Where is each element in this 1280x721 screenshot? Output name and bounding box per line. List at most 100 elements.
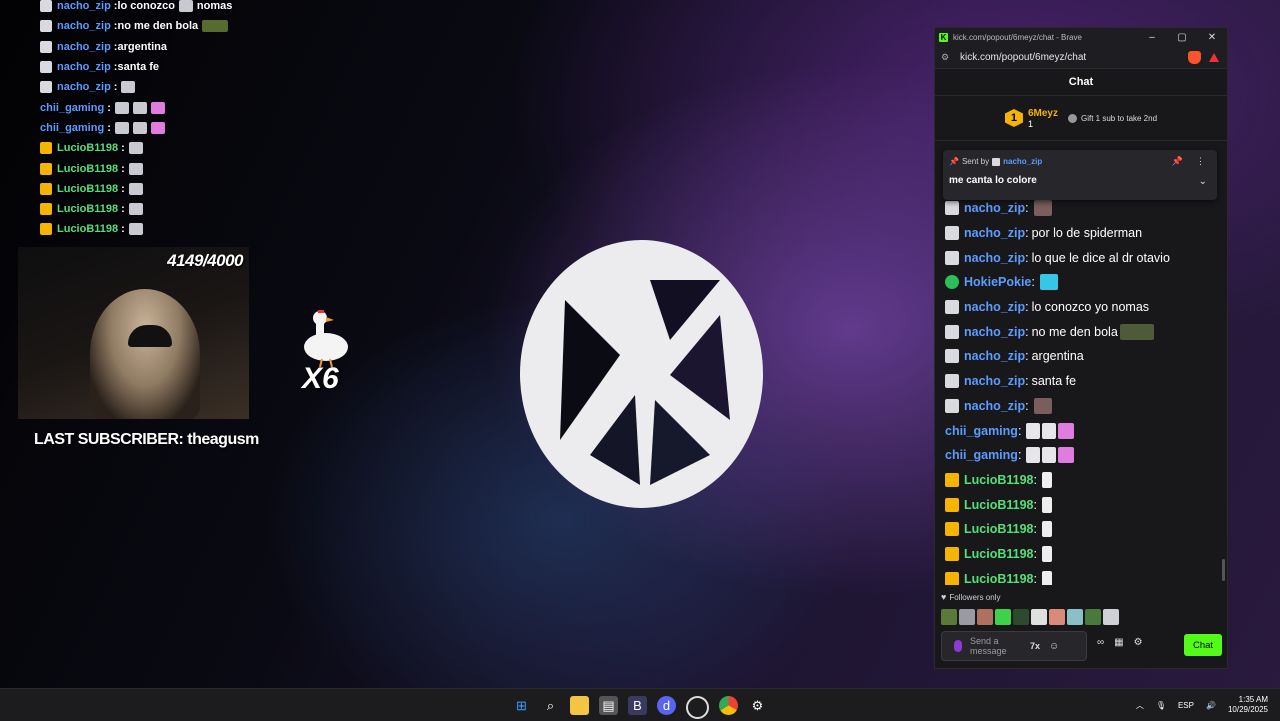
webcam-feed: 4149/4000 (18, 247, 249, 419)
chrome-icon[interactable] (719, 696, 738, 715)
overlay-message-text: santa fe (117, 61, 160, 74)
chat-message[interactable]: LucioB1198: (945, 517, 1217, 542)
gift-leaderboard[interactable]: 1 6Meyz 1 Gift 1 sub to take 2nd (935, 96, 1227, 141)
chat-scrollbar[interactable] (1222, 559, 1225, 581)
brave-browser-icon[interactable]: B (628, 696, 647, 715)
pinned-sender: 📌 Sent by nacho_zip (949, 157, 1042, 166)
chat-username[interactable]: LucioB1198 (964, 473, 1033, 487)
clock[interactable]: 1:35 AM 10/29/2025 (1228, 695, 1268, 715)
brave-shield-icon[interactable] (1188, 50, 1201, 64)
discord-icon[interactable]: d (657, 696, 676, 715)
chat-message[interactable]: HokiePokie: (945, 270, 1217, 295)
minimize-icon[interactable]: – (1137, 32, 1167, 43)
chat-message[interactable]: LucioB1198: (945, 492, 1217, 517)
store-icon[interactable]: ▦ (1114, 637, 1123, 648)
chevron-up-icon[interactable]: ︿ (1136, 700, 1144, 711)
chat-username[interactable]: LucioB1198 (964, 522, 1033, 536)
settings-gear-icon[interactable]: ⚙ (1134, 637, 1143, 648)
brave-rewards-icon[interactable] (1209, 52, 1219, 62)
windows-start-icon[interactable]: ⊞ (512, 696, 531, 715)
chat-username[interactable]: nacho_zip (964, 374, 1025, 388)
chat-message[interactable]: LucioB1198: (945, 566, 1217, 585)
language-indicator[interactable]: ESP (1178, 701, 1194, 710)
chat-message[interactable]: nacho_zip: (945, 394, 1217, 419)
emote-icon[interactable] (1049, 609, 1065, 625)
hand-emote-icon (1041, 545, 1052, 562)
chat-message[interactable]: nacho_zip: santa fe (945, 369, 1217, 394)
more-options-icon[interactable]: ⋮ (1196, 156, 1205, 167)
chat-username[interactable]: nacho_zip (964, 300, 1025, 314)
overlay-username: LucioB1198 (57, 182, 119, 195)
chat-username[interactable]: nacho_zip (964, 201, 1025, 215)
leader-username[interactable]: 6Meyz (1028, 108, 1058, 119)
chat-message[interactable]: LucioB1198: (945, 542, 1217, 567)
chat-username[interactable]: nacho_zip (964, 251, 1025, 265)
chevron-down-icon[interactable]: ⌄ (1199, 176, 1207, 187)
site-settings-icon[interactable]: ⚙ (941, 52, 951, 63)
emote-icon[interactable] (941, 609, 957, 625)
chat-message[interactable]: chii_gaming: (945, 418, 1217, 443)
microphone-icon[interactable]: 🎙 (1156, 701, 1166, 710)
chat-message[interactable]: LucioB1198: (945, 468, 1217, 493)
leaderboard-entry: 6Meyz 1 (1028, 108, 1058, 129)
cat-emote-icon (1026, 422, 1041, 439)
chat-username[interactable]: nacho_zip (964, 226, 1025, 240)
store-icon[interactable]: ▤ (599, 696, 618, 715)
kick-logo-icon: K (939, 32, 948, 42)
crown-badge-icon (945, 497, 959, 512)
microphone-icon[interactable] (954, 640, 962, 652)
chat-message[interactable]: nacho_zip: lo que le dice al dr otavio (945, 245, 1217, 270)
chat-username[interactable]: chii_gaming (945, 424, 1018, 438)
sub-goal-counter: 4149/4000 (167, 251, 243, 270)
chat-message[interactable]: nacho_zip: lo conozco yo nomas (945, 295, 1217, 320)
chat-message[interactable]: chii_gaming: (945, 443, 1217, 468)
chat-message[interactable]: nacho_zip: por lo de spiderman (945, 221, 1217, 246)
chat-username[interactable]: LucioB1198 (964, 547, 1033, 561)
chat-message[interactable]: nacho_zip: argentina (945, 344, 1217, 369)
file-explorer-icon[interactable] (570, 696, 589, 715)
window-titlebar: K kick.com/popout/6meyz/chat - Brave – ▢… (935, 28, 1227, 46)
url-text[interactable]: kick.com/popout/6meyz/chat (960, 52, 1188, 63)
send-chat-button[interactable]: Chat (1184, 634, 1222, 656)
emote-icon[interactable] (1067, 609, 1083, 625)
translate-icon[interactable]: 7x (1030, 641, 1040, 651)
speaker-icon[interactable]: 🔊 (1206, 701, 1216, 710)
gift-prompt[interactable]: Gift 1 sub to take 2nd (1067, 113, 1157, 123)
pinned-username[interactable]: nacho_zip (1003, 157, 1042, 166)
maximize-icon[interactable]: ▢ (1167, 32, 1197, 43)
hand-emote-icon (1041, 471, 1052, 488)
close-icon[interactable]: ✕ (1197, 32, 1227, 43)
emote-icon[interactable] (1085, 609, 1101, 625)
steam-icon[interactable]: ⚙ (748, 696, 767, 715)
obs-icon[interactable] (686, 696, 709, 719)
chat-username[interactable]: nacho_zip (964, 349, 1025, 363)
message-input[interactable]: Send a message (970, 636, 1020, 656)
overlay-chat-line: LucioB1198: (40, 158, 300, 178)
overlay-message-text: no me den bola (117, 20, 199, 33)
emote-icon[interactable] (1031, 609, 1047, 625)
emote-icon[interactable] (995, 609, 1011, 625)
mod-badge-icon (40, 61, 52, 74)
emote-icon[interactable] (1013, 609, 1029, 625)
chat-username[interactable]: nacho_zip (964, 325, 1025, 339)
crown-badge-icon (945, 571, 959, 585)
unpin-icon[interactable]: 📌 (1172, 156, 1183, 167)
pinned-message[interactable]: 📌 Sent by nacho_zip me canta lo colore 📌… (943, 150, 1217, 200)
chat-username[interactable]: nacho_zip (964, 399, 1025, 413)
chat-username[interactable]: LucioB1198 (964, 572, 1033, 585)
chat-username[interactable]: HokiePokie (964, 275, 1031, 289)
emote-icon[interactable] (977, 609, 993, 625)
search-icon[interactable]: ⌕ (541, 696, 560, 715)
emote-icon[interactable] (1103, 609, 1119, 625)
chat-username[interactable]: LucioB1198 (964, 498, 1033, 512)
address-bar[interactable]: ⚙ kick.com/popout/6meyz/chat (935, 46, 1227, 69)
chat-tools: ∞ ▦ ⚙ (1097, 637, 1143, 648)
quick-actions-icon[interactable]: ∞ (1097, 637, 1104, 648)
chat-username[interactable]: chii_gaming (945, 448, 1018, 462)
crown-badge-icon (40, 203, 52, 216)
emote-icon[interactable] (959, 609, 975, 625)
emoji-picker-icon[interactable]: ☺ (1049, 641, 1059, 652)
chat-message[interactable]: nacho_zip: no me den bola (945, 319, 1217, 344)
message-composer[interactable]: Send a message 7x ☺ (941, 631, 1087, 661)
mod-badge-icon (945, 250, 959, 265)
